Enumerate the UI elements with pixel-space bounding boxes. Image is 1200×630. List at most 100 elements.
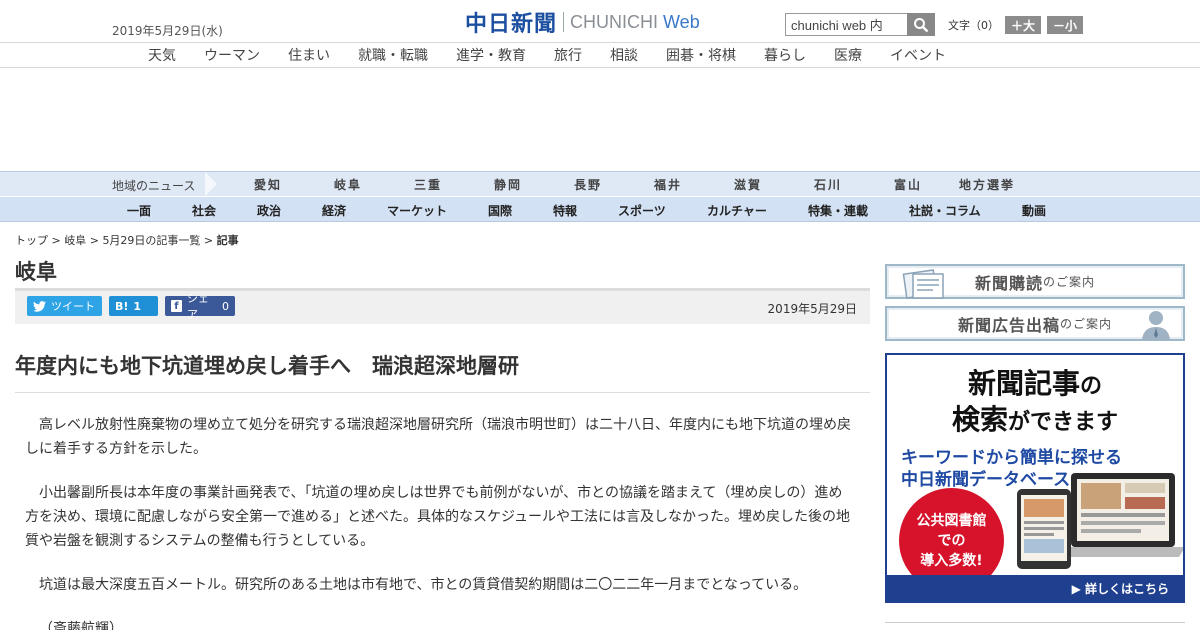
region-nav-item[interactable]: 富山 bbox=[894, 176, 922, 193]
region-nav-item[interactable]: 福井 bbox=[654, 176, 682, 193]
facebook-share-count: 0 bbox=[222, 299, 229, 313]
region-nav-label: 地域のニュース bbox=[112, 179, 196, 193]
region-nav-item[interactable]: 石川 bbox=[814, 176, 842, 193]
article-headline: 年度内にも地下坑道埋め戻し着手へ 瑞浪超深地層研 bbox=[15, 350, 870, 393]
section-nav-item[interactable]: 国際 bbox=[488, 202, 512, 219]
section-nav-item[interactable]: 経済 bbox=[322, 202, 346, 219]
category-nav-item[interactable]: イベント bbox=[890, 45, 946, 65]
breadcrumb-link[interactable]: 岐阜 bbox=[64, 234, 86, 247]
category-nav-item[interactable]: 天気 bbox=[148, 45, 176, 65]
section-nav-item[interactable]: 一面 bbox=[127, 202, 151, 219]
hatena-bookmark-button[interactable]: B! 1 bbox=[109, 296, 158, 316]
tweet-label: ツイート bbox=[51, 300, 95, 313]
region-nav-item[interactable]: 岐阜 bbox=[334, 176, 362, 193]
breadcrumb-separator: > bbox=[200, 234, 217, 247]
text-size-control: 文字（0） ＋大 －小 bbox=[948, 16, 1083, 34]
region-nav-arrow bbox=[205, 172, 217, 196]
section-nav-item[interactable]: マーケット bbox=[387, 202, 447, 219]
breadcrumb-current: 記事 bbox=[216, 234, 239, 247]
region-nav-item[interactable]: 長野 bbox=[574, 176, 602, 193]
promo-line3: キーワードから簡単に探せる bbox=[901, 448, 1122, 468]
facebook-icon: f bbox=[171, 300, 182, 312]
category-nav-item[interactable]: 旅行 bbox=[554, 45, 582, 65]
section-nav-item[interactable]: スポーツ bbox=[618, 202, 666, 219]
breadcrumb-separator: > bbox=[86, 234, 103, 247]
ad-placement-banner[interactable]: 新聞広告出稿 のご案内 bbox=[885, 306, 1185, 341]
article-byline: （斎藤航輝） bbox=[39, 621, 123, 630]
promo-line2-main: 検索 bbox=[951, 403, 1008, 436]
search-button[interactable] bbox=[907, 13, 935, 36]
sidebar-divider bbox=[885, 622, 1185, 623]
subscribe-banner-sub: のご案内 bbox=[1043, 275, 1096, 289]
facebook-share-label: シェア bbox=[186, 292, 209, 321]
text-smaller-button[interactable]: －小 bbox=[1047, 16, 1083, 34]
subscribe-banner[interactable]: 新聞購読 のご案内 bbox=[885, 264, 1185, 299]
region-nav-item[interactable]: 愛知 bbox=[254, 176, 282, 193]
promo-line1-main: 新聞記事 bbox=[967, 367, 1080, 400]
breadcrumb: トップ > 岐阜 > 5月29日の記事一覧 > 記事 bbox=[15, 232, 239, 248]
category-nav: 天気 ウーマン 住まい 就職・転職 進学・教育 旅行 相談 囲碁・将棋 暮らし … bbox=[0, 43, 1200, 68]
section-nav-item[interactable]: 動画 bbox=[1022, 202, 1046, 219]
breadcrumb-link[interactable]: トップ bbox=[15, 234, 48, 247]
businessman-icon bbox=[1142, 311, 1170, 340]
tweet-button[interactable]: ツイート bbox=[27, 296, 102, 316]
category-nav-item[interactable]: 住まい bbox=[288, 45, 330, 65]
text-bigger-button[interactable]: ＋大 bbox=[1005, 16, 1041, 34]
page-title: 岐阜 bbox=[15, 260, 57, 284]
region-nav-item[interactable]: 静岡 bbox=[494, 176, 522, 193]
article-date: 2019年5月29日 bbox=[767, 302, 857, 316]
category-nav-item[interactable]: 相談 bbox=[610, 45, 638, 65]
newspaper-icon bbox=[902, 269, 944, 299]
share-bar: ツイート B! 1 f シェア 0 2019年5月29日 bbox=[15, 288, 870, 324]
region-nav-item[interactable]: 地方選挙 bbox=[959, 176, 1015, 193]
region-nav-item[interactable]: 三重 bbox=[414, 176, 442, 193]
logo-jp: 中日新聞 bbox=[465, 11, 558, 37]
category-nav-item[interactable]: 医療 bbox=[834, 45, 862, 65]
category-nav-item[interactable]: ウーマン bbox=[204, 45, 260, 65]
breadcrumb-link[interactable]: 5月29日の記事一覧 bbox=[102, 234, 200, 247]
promo-circle-line1: 公共図書館 bbox=[916, 512, 987, 529]
site-search bbox=[785, 13, 935, 36]
article-paragraph: 高レベル放射性廃棄物の埋め立て処分を研究する瑞浪超深地層研究所（瑞浪市明世町）は… bbox=[25, 417, 851, 457]
site-header: 2019年5月29日(水) 中日新聞 CHUNICHI Web 文字（0） ＋大… bbox=[0, 0, 1200, 43]
header-date: 2019年5月29日(水) bbox=[112, 24, 223, 38]
article-paragraph: 坑道は最大深度五百メートル。研究所のある土地は市有地で、市との賃貸借契約期間は二… bbox=[39, 577, 808, 593]
section-nav-item[interactable]: カルチャー bbox=[707, 202, 767, 219]
ad-banner-sub: のご案内 bbox=[1060, 317, 1113, 331]
ad-space bbox=[0, 68, 1200, 171]
promo-headline: 新聞記事の 検索ができます bbox=[887, 367, 1183, 439]
hatena-icon: B! bbox=[115, 299, 129, 313]
section-nav-item[interactable]: 社会 bbox=[192, 202, 216, 219]
text-size-label: 文字（0） bbox=[948, 19, 999, 32]
search-input[interactable] bbox=[785, 13, 907, 36]
promo-details-link[interactable]: ▶ 詳しくはこちら bbox=[887, 575, 1183, 601]
section-nav-item[interactable]: 特集・連載 bbox=[808, 202, 868, 219]
category-nav-item[interactable]: 囲碁・将棋 bbox=[666, 45, 736, 65]
devices-illustration bbox=[1017, 473, 1183, 569]
category-nav-item[interactable]: 就職・転職 bbox=[358, 45, 428, 65]
database-promo-banner[interactable]: 新聞記事の 検索ができます キーワードから簡単に探せる 中日新聞データベース 公… bbox=[885, 353, 1185, 603]
promo-line1-sub: の bbox=[1080, 373, 1103, 399]
breadcrumb-separator: > bbox=[48, 234, 65, 247]
section-nav-item[interactable]: 政治 bbox=[257, 202, 281, 219]
logo-en: CHUNICHI bbox=[570, 11, 659, 32]
section-nav-item[interactable]: 特報 bbox=[553, 202, 577, 219]
section-nav: 一面 社会 政治 経済 マーケット 国際 特報 スポーツ カルチャー 特集・連載… bbox=[0, 197, 1200, 222]
article-body: 高レベル放射性廃棄物の埋め立て処分を研究する瑞浪超深地層研究所（瑞浪市明世町）は… bbox=[25, 413, 855, 630]
article-paragraph: 小出馨副所長は本年度の事業計画発表で、「坑道の埋め戻しは世界でも前例がないが、市… bbox=[25, 485, 851, 549]
promo-circle-line3: 導入多数! bbox=[920, 552, 983, 569]
promo-circle-line2: での bbox=[937, 532, 966, 549]
logo-web: Web bbox=[663, 11, 700, 32]
promo-line2-sub: ができます bbox=[1008, 409, 1119, 435]
category-nav-item[interactable]: 暮らし bbox=[764, 45, 806, 65]
region-nav: 地域のニュース 愛知 岐阜 三重 静岡 長野 福井 滋賀 石川 富山 地方選挙 bbox=[0, 171, 1200, 196]
site-logo[interactable]: 中日新聞 CHUNICHI Web bbox=[465, 9, 700, 37]
facebook-share-button[interactable]: f シェア 0 bbox=[165, 292, 235, 321]
ad-banner-main: 新聞広告出稿 bbox=[957, 315, 1060, 335]
hatena-count: 1 bbox=[133, 299, 142, 313]
category-nav-item[interactable]: 進学・教育 bbox=[456, 45, 526, 65]
subscribe-banner-main: 新聞購読 bbox=[974, 273, 1043, 293]
section-nav-item[interactable]: 社説・コラム bbox=[909, 202, 981, 219]
logo-divider bbox=[563, 12, 565, 32]
region-nav-item[interactable]: 滋賀 bbox=[734, 176, 762, 193]
